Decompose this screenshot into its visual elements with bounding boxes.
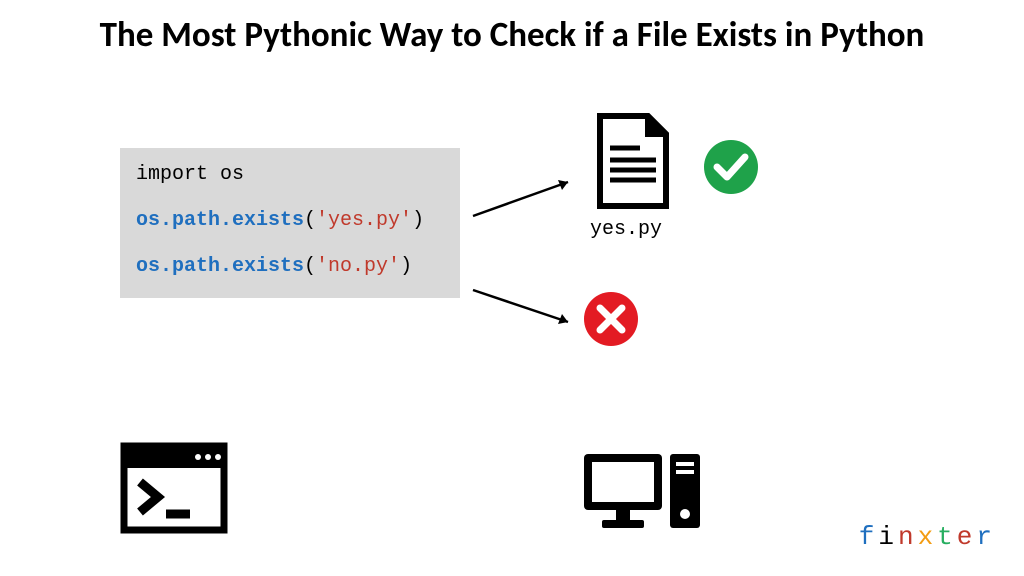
page-title: The Most Pythonic Way to Check if a File… — [20, 14, 1004, 56]
checkmark-icon — [702, 138, 760, 196]
code-line-exists-yes: os.path.exists('yes.py') — [136, 208, 444, 234]
arrow-no-icon — [468, 282, 588, 332]
brand-letter: e — [957, 522, 977, 552]
brand-logo: finxter — [859, 522, 996, 552]
code-string: 'yes.py' — [316, 209, 412, 232]
code-paren: ) — [400, 255, 412, 278]
code-line-exists-no: os.path.exists('no.py') — [136, 254, 444, 280]
file-label: yes.py — [590, 218, 662, 241]
file-document-icon — [592, 112, 674, 212]
code-paren: ( — [304, 209, 316, 232]
code-keyword: os.path.exists — [136, 209, 304, 232]
code-line-import: import os — [136, 162, 444, 188]
brand-letter: r — [976, 522, 996, 552]
arrow-yes-icon — [468, 174, 588, 224]
code-string: 'no.py' — [316, 255, 400, 278]
cross-icon — [582, 290, 640, 348]
computer-icon — [578, 448, 708, 540]
code-block: import os os.path.exists('yes.py') os.pa… — [120, 148, 460, 298]
code-keyword: os.path.exists — [136, 255, 304, 278]
brand-letter: i — [878, 522, 898, 552]
code-paren: ( — [304, 255, 316, 278]
code-paren: ) — [412, 209, 424, 232]
terminal-icon — [120, 442, 228, 534]
brand-letter: f — [859, 522, 879, 552]
brand-letter: t — [937, 522, 957, 552]
brand-letter: n — [898, 522, 918, 552]
brand-letter: x — [918, 522, 938, 552]
